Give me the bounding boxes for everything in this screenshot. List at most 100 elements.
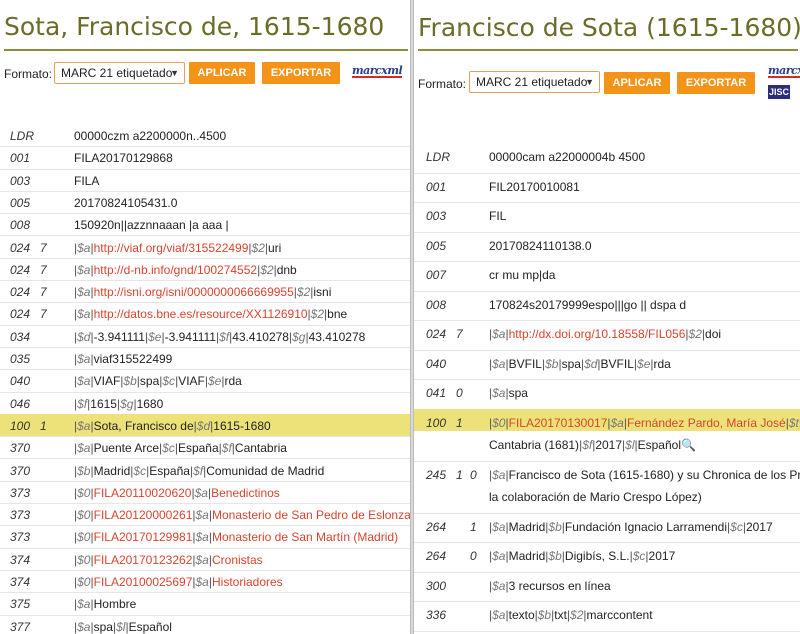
- field-tag: 370: [10, 441, 31, 456]
- jisc-logo[interactable]: JISC: [768, 85, 790, 99]
- field-tag: 024: [10, 285, 31, 300]
- subfield-code: $a: [77, 262, 91, 277]
- subfield-value: Madrid: [93, 463, 131, 478]
- marcxml-logo[interactable]: marcxml: [768, 64, 800, 78]
- field-value: cr mu mp|da: [489, 268, 555, 282]
- marc-field-row: 001 FILA20170129868: [0, 146, 410, 170]
- field-value: |$a|VIAF|$b|spa|$c|VIAF|$e|rda: [74, 374, 242, 388]
- field-indicator: 1: [470, 519, 477, 534]
- subfield-value: Fundación Ignacio Larramendi: [564, 519, 728, 534]
- chevron-down-icon: ▼: [170, 68, 179, 78]
- field-tag: 040: [426, 356, 447, 371]
- field-tag: 001: [10, 151, 31, 166]
- marc-field-row: 007 cr mu mp|da: [414, 261, 800, 292]
- subfield-link[interactable]: Benedictinos: [211, 486, 280, 500]
- subfield-code: $2: [570, 608, 584, 622]
- subfield-value: VIAF: [178, 374, 205, 389]
- format-label: Formato:: [4, 67, 53, 81]
- right-record-pane: Francisco de Sota (1615-1680) y su Forma…: [414, 0, 800, 634]
- marcxml-logo[interactable]: marcxml: [352, 64, 403, 78]
- field-tag: 005: [426, 238, 447, 253]
- apply-button[interactable]: APLICAR: [189, 62, 255, 84]
- subfield-link[interactable]: FILA20100025697: [94, 575, 193, 589]
- subfield-code: $c: [133, 463, 147, 478]
- marc-field-row: 008 170824s20179999espo|||go || dspa d: [414, 291, 800, 321]
- field-value-continuation: la colaboración de Mario Crespo López): [489, 490, 702, 504]
- subfield-code: $a: [77, 374, 91, 389]
- subfield-value: Cantabria: [234, 441, 287, 456]
- subfield-value: Cantabria (1681): [489, 437, 580, 452]
- subfield-value: isni: [313, 285, 332, 300]
- subfield-code: $e: [148, 329, 162, 344]
- subfield-code: $a: [77, 418, 91, 433]
- export-button[interactable]: EXPORTAR: [262, 62, 340, 84]
- subfield-value: FILA20170129868: [74, 151, 173, 166]
- marc-field-row: 100 1 |$0|FILA20170130017|$a|Fernández Par…: [414, 408, 800, 462]
- field-tag: 377: [10, 619, 31, 634]
- format-select[interactable]: MARC 21 etiquetado ▼: [54, 62, 185, 84]
- subfield-code: $2: [688, 327, 702, 341]
- field-tag: 300: [426, 578, 447, 593]
- subfield-value: FILA: [74, 173, 100, 188]
- subfield-link[interactable]: FILA20120000261: [94, 508, 193, 522]
- subfield-code: $a: [194, 485, 208, 500]
- subfield-value: 2017: [648, 549, 676, 563]
- marc-field-row: 377 |$a|spa|$l|Español: [0, 615, 410, 634]
- subfield-link[interactable]: FILA20110020620: [94, 486, 192, 500]
- subfield-link[interactable]: Monasterio de San Pedro de Eslonza: [212, 508, 410, 522]
- marc-field-row: 003 FIL: [414, 202, 800, 233]
- field-value: FIL20170010081: [489, 180, 580, 194]
- subfield-link[interactable]: http://viaf.org/viaf/315522499: [94, 241, 249, 255]
- subfield-link[interactable]: http://dx.doi.org/10.18558/FIL056: [509, 327, 686, 341]
- marc-field-row: 041 0 |$a|spa: [414, 379, 800, 410]
- subfield-link[interactable]: http://datos.bne.es/resource/XX1126910: [94, 307, 308, 321]
- field-tag: 374: [10, 552, 31, 567]
- left-record-pane: Sota, Francisco de, 1615-1680 Formato: M…: [0, 0, 410, 634]
- subfield-code: $a: [492, 356, 506, 371]
- subfield-code: $e: [207, 374, 222, 389]
- marc-field-row: 024 7 |$a|http://isni.org/isni/00000000666…: [0, 280, 410, 304]
- field-tag: 264: [426, 549, 447, 563]
- subfield-code: $2: [296, 285, 311, 300]
- subfield-value: FIL: [489, 209, 507, 223]
- subfield-link[interactable]: Fernández Pardo, María José: [627, 416, 786, 430]
- field-value: |$0|FILA20170123262|$a|Cronistas: [74, 553, 263, 567]
- field-tag: 100: [426, 415, 447, 430]
- marc-field-row: 100 1 |$a|Sota, Francisco de|$d|1615-1680: [0, 413, 410, 438]
- subfield-link[interactable]: FILA20170129981: [94, 530, 193, 544]
- subfield-value: spa: [561, 356, 581, 371]
- field-tag: 373: [10, 530, 31, 545]
- magnifier-icon[interactable]: 🔍: [681, 438, 696, 452]
- subfield-link[interactable]: http://d-nb.info/gnd/100274552: [94, 263, 257, 277]
- field-indicator: 7: [40, 307, 47, 322]
- subfield-code: $d: [77, 329, 91, 344]
- field-value: |$a|texto|$b|txt|$2|marccontent: [489, 608, 653, 622]
- subfield-code: $b: [545, 356, 559, 371]
- subfield-link[interactable]: Monasterio de San Martín (Madrid): [212, 530, 398, 544]
- subfield-link[interactable]: FILA20170123262: [94, 553, 193, 567]
- field-tag: 375: [10, 597, 31, 612]
- field-value: FILA: [74, 174, 99, 188]
- apply-button[interactable]: APLICAR: [604, 72, 670, 94]
- subfield-link[interactable]: Historiadores: [212, 575, 283, 589]
- subfield-code: $f: [77, 396, 88, 411]
- marc-field-row: 245 1 0 |$a|Francisco de Sota (1615-1680) y…: [414, 461, 800, 514]
- subfield-value: 2017: [745, 519, 773, 534]
- subfield-value: marccontent: [586, 608, 653, 622]
- export-button[interactable]: EXPORTAR: [677, 72, 755, 94]
- field-tag: 264: [426, 519, 447, 534]
- subfield-link[interactable]: FILA20170130017: [509, 416, 608, 430]
- subfield-code: $c: [162, 374, 176, 389]
- subfield-value: Sota, Francisco de: [93, 418, 194, 433]
- subfield-code: $a: [195, 552, 209, 567]
- subfield-link[interactable]: Cronistas: [212, 553, 263, 567]
- subfield-link[interactable]: http://isni.org/isni/0000000066669955: [94, 285, 294, 299]
- subfield-value: 20170824105431.0: [74, 195, 178, 210]
- subfield-code: $a: [77, 597, 91, 612]
- field-tag: 245: [426, 467, 447, 482]
- field-value-continuation: Cantabria (1681)|$f|2017|$l|Español🔍: [489, 438, 696, 452]
- field-tag: 041: [426, 386, 447, 400]
- subfield-value: Puente Arce: [93, 441, 159, 456]
- field-tag: 035: [10, 352, 31, 366]
- format-select[interactable]: MARC 21 etiquetado ▼: [469, 71, 600, 93]
